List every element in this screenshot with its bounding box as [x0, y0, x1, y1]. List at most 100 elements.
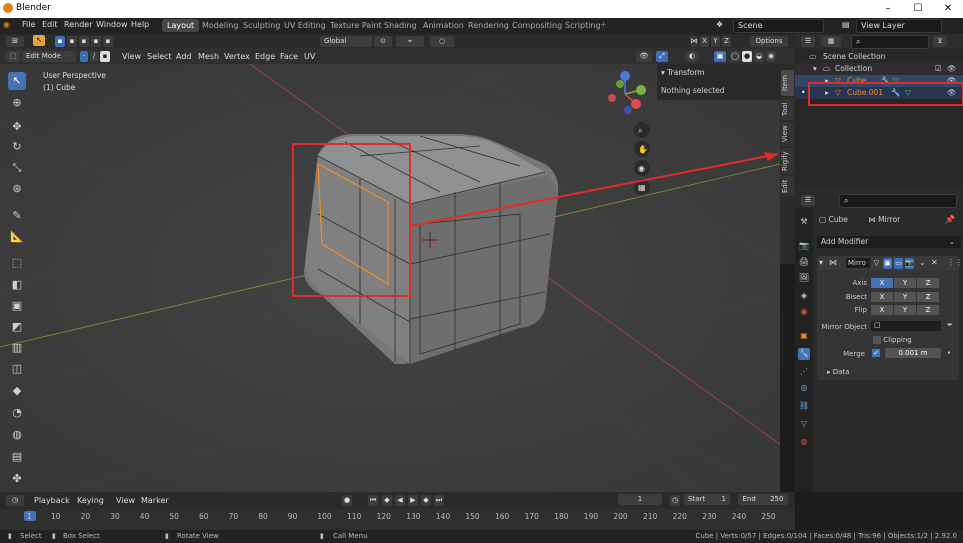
- bisect-z-button[interactable]: Z: [917, 292, 939, 302]
- jump-start-icon[interactable]: ⏮: [368, 495, 378, 506]
- object-tab-icon[interactable]: ▣: [798, 330, 810, 342]
- visibility-icon[interactable]: 👁: [636, 51, 652, 62]
- filter-icon[interactable]: ⊻: [933, 36, 947, 47]
- menu-select[interactable]: Select: [147, 52, 172, 61]
- eyedropper-icon[interactable]: ✒: [947, 321, 953, 329]
- minimize-button[interactable]: –: [873, 0, 903, 18]
- flip-z-button[interactable]: Z: [917, 305, 939, 315]
- rotate-tool-icon[interactable]: ↻: [8, 138, 26, 156]
- proportional-icon[interactable]: ○: [430, 36, 454, 47]
- overlay-icon[interactable]: ◐: [686, 51, 698, 62]
- modifier-viewport-icon[interactable]: ▭: [894, 258, 903, 269]
- menu-marker[interactable]: Marker: [141, 496, 169, 505]
- shading-render-icon[interactable]: ◉: [766, 51, 776, 62]
- scene-collection-row[interactable]: ▭ Scene Collection: [795, 51, 963, 63]
- view-layer-field[interactable]: View Layer: [856, 19, 942, 33]
- select-box-tool-icon[interactable]: ↖: [8, 72, 26, 90]
- preview-range-icon[interactable]: ◷: [670, 495, 680, 506]
- collection-row[interactable]: ▾ ▭ Collection ☑ 👁: [795, 63, 963, 75]
- tab-texture-paint[interactable]: Texture Paint: [325, 19, 387, 32]
- blender-menu-icon[interactable]: ◉: [3, 20, 10, 29]
- gizmo-neg-x[interactable]: [608, 94, 616, 102]
- end-frame-field[interactable]: End 250: [738, 494, 788, 505]
- scene-tab-icon[interactable]: ◈: [798, 290, 810, 302]
- data-tab-icon[interactable]: ▽: [798, 418, 810, 430]
- smooth-tool-icon[interactable]: ◍: [8, 426, 26, 444]
- data-subpanel-header[interactable]: ▸ Data: [827, 368, 849, 376]
- tab-animation[interactable]: Animation: [418, 19, 469, 32]
- physics-tab-icon[interactable]: ◎: [798, 382, 810, 394]
- mirror-object-field[interactable]: ▢ ✒: [871, 321, 953, 331]
- display-mode-icon[interactable]: ▦: [821, 36, 841, 47]
- axis-x-toggle[interactable]: X: [700, 36, 709, 47]
- rip-tool-icon[interactable]: ✤: [8, 470, 26, 488]
- 3d-viewport[interactable]: ⌕ ✋ ◉ ▦ User Perspective (1) Cube: [0, 64, 780, 492]
- pin-icon[interactable]: 📌: [945, 215, 955, 224]
- view-layer-icon[interactable]: ▤: [842, 20, 850, 29]
- constraints-tab-icon[interactable]: ⛓: [798, 400, 810, 412]
- menu-face[interactable]: Face: [280, 52, 298, 61]
- render-tab-icon[interactable]: 📷: [798, 240, 810, 252]
- scene-icon[interactable]: ❖: [716, 20, 723, 29]
- flip-x-button[interactable]: X: [871, 305, 893, 315]
- mode-dropdown[interactable]: Edit Mode: [22, 51, 76, 62]
- shading-material-icon[interactable]: ◒: [754, 51, 764, 62]
- editor-type-3d-icon[interactable]: ⬚: [6, 51, 20, 62]
- axis-y-button[interactable]: Y: [894, 278, 916, 288]
- tab-item[interactable]: Item: [781, 70, 794, 96]
- menu-file[interactable]: File: [22, 20, 35, 29]
- menu-add[interactable]: Add: [176, 52, 192, 61]
- modifier-tab-icon[interactable]: 🔧: [798, 348, 810, 360]
- gizmo-x-axis[interactable]: [631, 99, 641, 109]
- tab-view[interactable]: View: [781, 122, 794, 146]
- modifier-drag-icon[interactable]: ⋮⋮: [947, 258, 963, 267]
- axis-z-toggle[interactable]: Z: [722, 36, 731, 47]
- modifier-collapse-icon[interactable]: ▾: [819, 258, 823, 267]
- face-select-icon[interactable]: ▪: [100, 51, 110, 62]
- menu-window[interactable]: Window: [96, 20, 128, 29]
- bisect-y-button[interactable]: Y: [894, 292, 916, 302]
- properties-editor-icon[interactable]: ☰: [801, 195, 815, 206]
- modifier-cage-icon[interactable]: ▣: [883, 258, 892, 269]
- next-keyframe-icon[interactable]: ◆: [421, 495, 431, 506]
- prev-keyframe-icon[interactable]: ◆: [382, 495, 392, 506]
- world-tab-icon[interactable]: ◉: [798, 306, 810, 318]
- select-subtract-icon[interactable]: ▪: [79, 36, 89, 47]
- modifier-name-field[interactable]: Mirro: [846, 258, 870, 268]
- close-button[interactable]: ✕: [933, 0, 963, 18]
- record-icon[interactable]: ●: [342, 495, 352, 506]
- add-cube-tool-icon[interactable]: ⬚: [8, 254, 26, 272]
- play-reverse-icon[interactable]: ◀: [395, 495, 405, 506]
- menu-render[interactable]: Render: [64, 20, 92, 29]
- output-tab-icon[interactable]: 🖨: [798, 256, 810, 268]
- add-workspace-icon[interactable]: +: [600, 20, 607, 29]
- tab-scripting[interactable]: Scripting: [560, 19, 606, 32]
- axis-x-button[interactable]: X: [871, 278, 893, 288]
- select-invert-icon[interactable]: ▪: [91, 36, 101, 47]
- scale-tool-icon[interactable]: ⤡: [8, 159, 26, 177]
- modifier-editmode-icon[interactable]: ▽: [872, 258, 881, 269]
- merge-distance-field[interactable]: 0.001 m: [885, 348, 941, 358]
- select-new-icon[interactable]: ▪: [55, 36, 65, 47]
- spin-tool-icon[interactable]: ◔: [8, 404, 26, 422]
- options-dropdown[interactable]: Options: [750, 36, 788, 47]
- transform-tool-icon[interactable]: ⊛: [8, 180, 26, 198]
- select-extend-icon[interactable]: ▪: [67, 36, 77, 47]
- timeline-editor-icon[interactable]: ◷: [6, 495, 24, 506]
- gizmo-icon[interactable]: ⤢: [656, 51, 668, 62]
- knife-tool-icon[interactable]: ◫: [8, 360, 26, 378]
- inset-tool-icon[interactable]: ▣: [8, 297, 26, 315]
- tab-rigify[interactable]: Rigify: [781, 148, 794, 174]
- tab-uv-editing[interactable]: UV Editing: [279, 19, 331, 32]
- modifier-remove-icon[interactable]: ✕: [931, 258, 938, 267]
- axis-z-button[interactable]: Z: [917, 278, 939, 288]
- axis-y-toggle[interactable]: Y: [711, 36, 720, 47]
- material-tab-icon[interactable]: ◍: [798, 436, 810, 448]
- menu-uv[interactable]: UV: [304, 52, 315, 61]
- poly-build-tool-icon[interactable]: ◆: [8, 382, 26, 400]
- cursor-tool-icon[interactable]: ⊕: [8, 94, 26, 112]
- extrude-tool-icon[interactable]: ◧: [8, 276, 26, 294]
- tab-shading[interactable]: Shading: [379, 19, 422, 32]
- jump-end-icon[interactable]: ⏭: [434, 495, 444, 506]
- modifier-dropdown-icon[interactable]: ⌄: [919, 258, 926, 267]
